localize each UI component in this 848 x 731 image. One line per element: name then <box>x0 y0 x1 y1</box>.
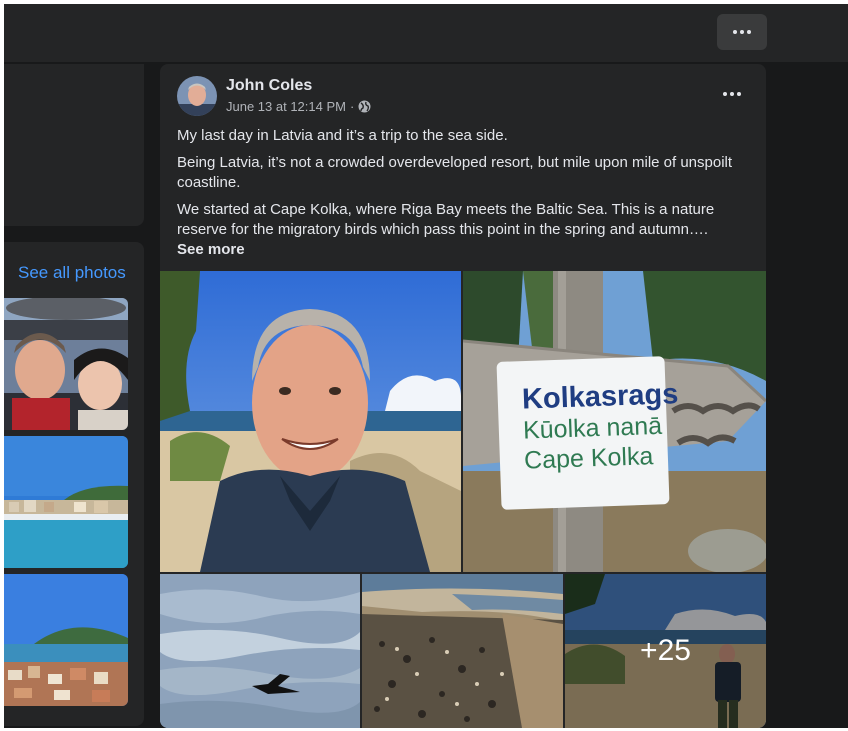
globe-icon[interactable] <box>358 100 371 113</box>
photo-thumbnail-couple[interactable] <box>4 298 128 430</box>
see-more-link[interactable]: See more <box>177 240 752 260</box>
post-paragraph: Being Latvia, it’s not a crowded overdev… <box>177 154 733 191</box>
profile-more-button[interactable] <box>717 14 767 50</box>
photo-bird-water[interactable] <box>160 574 360 728</box>
photo-kolka-sign[interactable]: Kolkasrags Kūolka nanā Cape Kolka <box>463 271 766 572</box>
meta-separator: · <box>349 99 355 114</box>
photo-thumbnail-harbor[interactable] <box>4 436 128 568</box>
photo-more-overlay[interactable]: +25 <box>565 574 766 728</box>
sign-line-1: Kolkasrags <box>521 378 679 416</box>
post-paragraph: My last day in Latvia and it’s a trip to… <box>177 127 508 144</box>
more-photos-overlay: +25 <box>565 574 766 728</box>
more-photos-count: +25 <box>640 634 691 667</box>
post-author-name[interactable]: John Coles <box>226 77 312 95</box>
feed-post: John Coles June 13 at 12:14 PM · My last… <box>160 64 766 728</box>
top-bar <box>4 4 848 62</box>
sign-text: Kolkasrags Kūolka nanā Cape Kolka <box>521 378 679 475</box>
more-horizontal-icon <box>723 92 741 96</box>
intro-card <box>4 64 144 226</box>
post-text: My last day in Latvia and it’s a trip to… <box>177 126 752 260</box>
post-paragraph: We started at Cape Kolka, where Riga Bay… <box>177 201 715 238</box>
avatar[interactable] <box>177 76 217 116</box>
post-timestamp[interactable]: June 13 at 12:14 PM <box>226 99 346 114</box>
sign-line-3: Cape Kolka <box>523 442 654 475</box>
photo-pebble-beach[interactable] <box>362 574 563 728</box>
photos-card: See all photos <box>4 242 144 726</box>
app-window: See all photos John Coles June 13 at 12:… <box>4 4 848 728</box>
photo-thumbnail-town[interactable] <box>4 574 128 706</box>
photo-selfie-beach[interactable] <box>160 271 461 572</box>
more-horizontal-icon <box>733 30 751 34</box>
post-options-button[interactable] <box>720 84 744 104</box>
see-all-photos-link[interactable]: See all photos <box>18 263 126 283</box>
photo-grid: Kolkasrags Kūolka nanā Cape Kolka +25 <box>160 271 766 728</box>
post-meta: June 13 at 12:14 PM · <box>226 99 371 114</box>
